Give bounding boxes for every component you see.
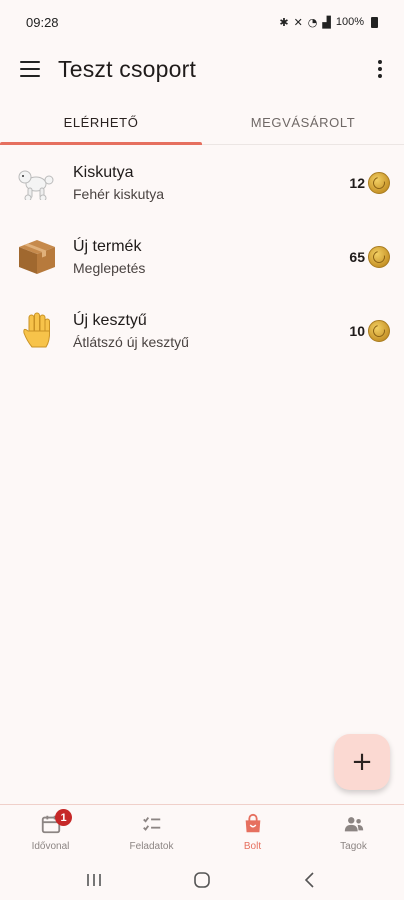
item-name: Kiskutya <box>73 164 134 181</box>
item-text: Új kesztyű Átlátszó új kesztyű <box>73 312 349 350</box>
item-text: Új termék Meglepetés <box>73 238 349 276</box>
nav-item-tasks[interactable]: Feladatok <box>101 805 202 860</box>
nav-label: Tagok <box>340 841 367 852</box>
notification-badge: 1 <box>55 809 72 826</box>
nav-item-members[interactable]: Tagok <box>303 805 404 860</box>
back-button[interactable] <box>290 865 330 895</box>
item-price: 10 <box>349 320 390 342</box>
item-text: Kiskutya Fehér kiskutya <box>73 164 349 202</box>
tab-available[interactable]: ELÉRHETŐ <box>0 100 202 145</box>
shop-item-list: Kiskutya Fehér kiskutya 12 Új termék Meg… <box>0 146 404 368</box>
add-item-button[interactable]: + <box>334 734 390 790</box>
price-value: 12 <box>349 175 365 191</box>
home-icon <box>194 872 210 888</box>
item-price: 12 <box>349 172 390 194</box>
coin-icon <box>368 246 390 268</box>
item-description: Átlátszó új kesztyű <box>73 334 189 350</box>
signal-icon: ▟ <box>322 15 331 29</box>
item-description: Meglepetés <box>73 260 146 276</box>
menu-icon[interactable] <box>20 61 40 77</box>
hand-icon <box>14 308 60 354</box>
price-value: 10 <box>349 323 365 339</box>
status-icons: ✱ ✕ ◔ ▟ 100% <box>279 16 378 29</box>
more-options-icon[interactable] <box>370 59 390 79</box>
list-item[interactable]: Új kesztyű Átlátszó új kesztyű 10 <box>0 294 404 368</box>
tab-purchased[interactable]: MEGVÁSÁROLT <box>202 100 404 144</box>
bluetooth-icon: ✱ <box>279 15 289 29</box>
coin-icon <box>368 172 390 194</box>
status-time: 09:28 <box>26 14 59 30</box>
list-item[interactable]: Új termék Meglepetés 65 <box>0 220 404 294</box>
shopping-bag-icon <box>245 813 260 833</box>
battery-icon <box>371 16 378 28</box>
nav-label: Feladatok <box>129 841 174 852</box>
battery-percent: 100% <box>335 16 364 28</box>
coin-icon <box>368 320 390 342</box>
price-value: 65 <box>349 249 365 265</box>
item-name: Új termék <box>73 238 142 255</box>
plus-icon: + <box>351 747 373 777</box>
package-icon <box>14 234 60 280</box>
bottom-navigation: 1 Idővonal Feladatok Bolt Tagok <box>0 804 404 860</box>
list-item[interactable]: Kiskutya Fehér kiskutya 12 <box>0 146 404 220</box>
people-icon <box>344 817 363 832</box>
item-price: 65 <box>349 246 390 268</box>
system-navigation <box>0 860 404 900</box>
poodle-icon <box>14 160 60 206</box>
nav-label: Bolt <box>243 841 262 852</box>
back-icon <box>304 872 314 888</box>
mute-icon: ✕ <box>293 15 303 29</box>
item-description: Fehér kiskutya <box>73 186 165 202</box>
tab-bar: ELÉRHETŐ MEGVÁSÁROLT <box>0 100 404 145</box>
recent-apps-icon <box>87 874 101 886</box>
nav-item-shop[interactable]: Bolt <box>202 805 303 860</box>
page-title: Teszt csoport <box>58 55 197 82</box>
app-bar: Teszt csoport <box>0 44 404 94</box>
status-bar: 09:28 ✱ ✕ ◔ ▟ 100% <box>0 0 404 44</box>
wifi-icon: ◔ <box>307 15 318 29</box>
home-button[interactable] <box>182 865 222 895</box>
item-name: Új kesztyű <box>73 312 147 329</box>
recent-apps-button[interactable] <box>74 865 114 895</box>
nav-item-timeline[interactable]: 1 Idővonal <box>0 805 101 860</box>
nav-label: Idővonal <box>31 841 70 852</box>
checklist-icon <box>142 817 160 831</box>
